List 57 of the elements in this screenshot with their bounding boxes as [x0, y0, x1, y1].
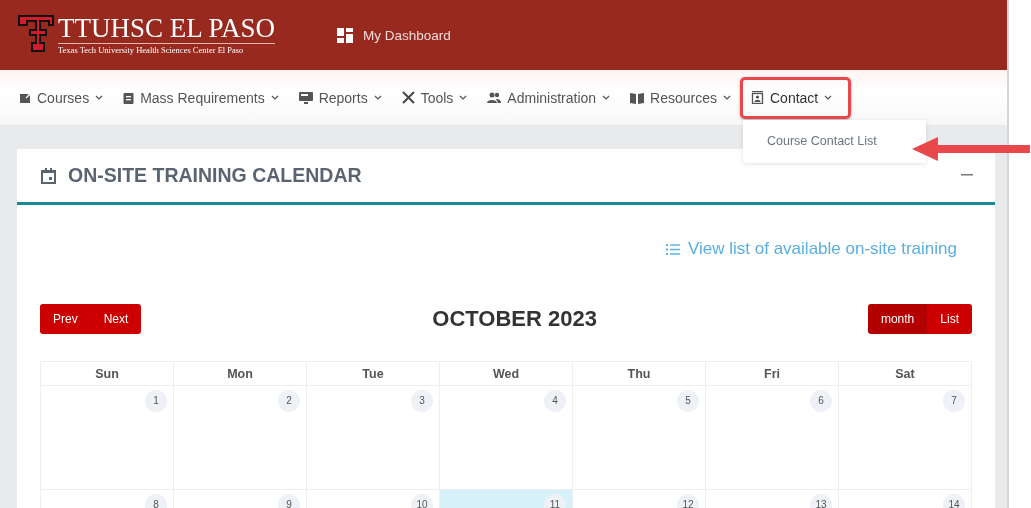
- day-number[interactable]: 1: [145, 390, 167, 412]
- chevron-down-icon: [270, 95, 279, 100]
- day-number[interactable]: 6: [810, 390, 832, 412]
- day-number[interactable]: 4: [544, 390, 566, 412]
- minimize-icon[interactable]: [961, 174, 973, 176]
- day-number[interactable]: 3: [411, 390, 433, 412]
- id-badge-icon: [123, 91, 135, 104]
- chevron-down-icon: [824, 95, 833, 100]
- previous-button[interactable]: Prev: [40, 303, 91, 334]
- weekday-header: Sat: [838, 361, 972, 386]
- day-number[interactable]: 13: [810, 494, 832, 508]
- day-number[interactable]: 7: [943, 390, 965, 412]
- weekday-header: Thu: [572, 361, 706, 386]
- dashboard-icon: [337, 27, 354, 43]
- weekday-header: Tue: [306, 361, 440, 386]
- chevron-down-icon: [95, 95, 104, 100]
- nav-menu-item[interactable]: Tools: [399, 85, 470, 110]
- chevron-down-icon: [373, 95, 382, 100]
- my-dashboard-link[interactable]: My Dashboard: [337, 27, 451, 43]
- day-number[interactable]: 2: [278, 390, 300, 412]
- weekday-header: Wed: [439, 361, 573, 386]
- chevron-down-icon: [723, 95, 731, 100]
- nav-menu-item[interactable]: Contact: [749, 85, 835, 110]
- clipboard-icon: [19, 91, 31, 104]
- next-button[interactable]: Next: [90, 303, 142, 334]
- day-number[interactable]: 12: [677, 494, 699, 508]
- people-icon: [487, 92, 502, 103]
- weekday-header: Fri: [705, 361, 839, 386]
- chevron-down-icon: [459, 95, 468, 100]
- tools-icon: [401, 91, 415, 104]
- contact-card-icon: [751, 91, 764, 104]
- chevron-down-icon: [602, 95, 611, 100]
- calendar-icon: [41, 167, 56, 184]
- day-number[interactable]: 9: [278, 494, 300, 508]
- view-toggle-button[interactable]: List: [927, 303, 972, 334]
- month-title: OCTOBER 2023: [432, 305, 597, 332]
- nav-menu-item[interactable]: Reports: [296, 85, 384, 110]
- book-icon: [630, 91, 645, 104]
- card-title: ON-SITE TRAINING CALENDAR: [68, 164, 362, 187]
- logo-title: TTUHSC EL PASO: [58, 14, 276, 44]
- day-number[interactable]: 10: [411, 494, 433, 508]
- view-toggle-button[interactable]: month: [867, 303, 928, 334]
- dropdown-menu-item[interactable]: Course Contact List: [767, 134, 926, 148]
- nav-menu-item[interactable]: Resources: [628, 85, 733, 110]
- list-icon: [666, 243, 680, 255]
- day-number[interactable]: 14: [943, 494, 965, 508]
- weekday-header: Mon: [173, 361, 307, 386]
- logo-subtitle: Texas Tech University Health Sciences Center El Paso: [58, 44, 245, 56]
- nav-menu-item[interactable]: Mass Requirements: [121, 85, 281, 110]
- day-number[interactable]: 5: [677, 390, 699, 412]
- day-number[interactable]: 8: [145, 494, 167, 508]
- day-number[interactable]: 11: [544, 494, 566, 508]
- nav-menu-item[interactable]: Administration: [485, 85, 613, 110]
- nav-menu-item[interactable]: Courses: [17, 85, 106, 110]
- monitor-icon: [298, 91, 313, 104]
- weekday-header: Sun: [40, 361, 174, 386]
- double-t-logo-icon: [18, 15, 54, 55]
